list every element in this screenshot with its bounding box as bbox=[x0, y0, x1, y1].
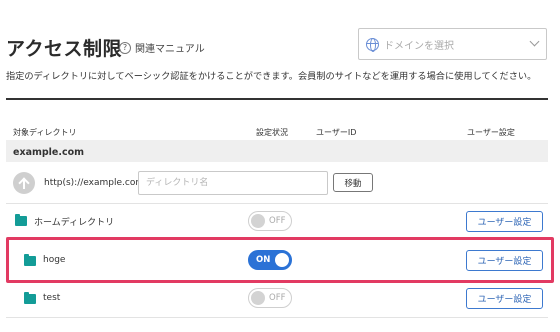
move-button[interactable]: 移動 bbox=[333, 173, 373, 192]
user-settings-button[interactable]: ユーザー設定 bbox=[466, 211, 543, 232]
row-divider bbox=[6, 317, 548, 318]
row-divider bbox=[6, 203, 548, 204]
toggle-knob bbox=[251, 291, 265, 305]
column-header-user-settings: ユーザー設定 bbox=[467, 128, 515, 137]
domain-name: example.com bbox=[13, 147, 85, 158]
directory-name: test bbox=[43, 293, 61, 303]
page-description: 指定のディレクトリに対してベーシック認証をかけることができます。会員制のサイトな… bbox=[6, 71, 537, 82]
parent-directory-icon[interactable] bbox=[13, 172, 35, 194]
domain-group-header bbox=[6, 140, 548, 162]
domain-select[interactable]: ドメインを選択 bbox=[358, 28, 547, 60]
directory-name: ホームディレクトリ bbox=[34, 218, 115, 228]
access-toggle[interactable]: OFF bbox=[248, 288, 292, 308]
help-icon: ? bbox=[119, 41, 131, 54]
chevron-down-icon bbox=[529, 36, 540, 47]
globe-icon bbox=[366, 38, 379, 52]
manual-link-label: 関連マニュアル bbox=[135, 44, 205, 55]
toggle-label: OFF bbox=[269, 293, 286, 303]
directory-name-input[interactable] bbox=[138, 171, 328, 195]
folder-icon bbox=[15, 214, 27, 226]
toggle-knob bbox=[251, 214, 265, 228]
page-title: アクセス制限 bbox=[6, 38, 123, 60]
column-header-directory: 対象ディレクトリ bbox=[13, 128, 77, 137]
manual-link[interactable]: ? 関連マニュアル bbox=[119, 40, 205, 55]
column-header-user-id: ユーザーID bbox=[316, 128, 357, 137]
domain-select-placeholder: ドメインを選択 bbox=[384, 41, 454, 52]
url-prefix: http(s)://example.com/ bbox=[44, 178, 148, 188]
user-settings-button[interactable]: ユーザー設定 bbox=[466, 288, 543, 309]
toggle-label: OFF bbox=[269, 216, 286, 226]
access-toggle[interactable]: OFF bbox=[248, 211, 292, 231]
header-divider bbox=[6, 98, 548, 100]
column-header-status: 設定状況 bbox=[256, 128, 288, 137]
folder-icon bbox=[24, 292, 36, 304]
highlight-frame bbox=[6, 237, 554, 283]
